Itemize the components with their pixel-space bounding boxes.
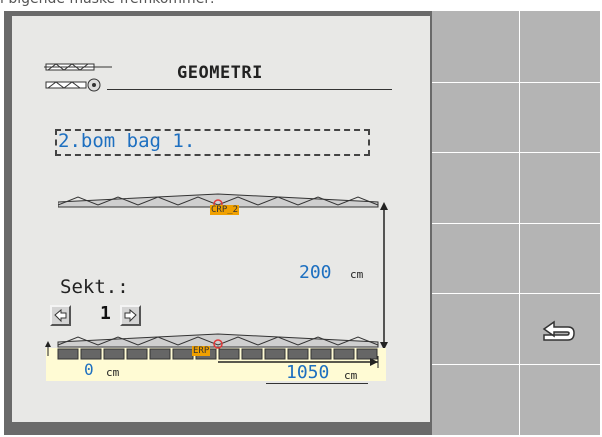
distance-value[interactable]: 200 [299, 262, 332, 283]
softkey-divider-3 [432, 223, 600, 224]
erp-marker-label: ERP [192, 346, 211, 356]
title-underline [107, 89, 392, 90]
section-label: Sekt.: [60, 276, 129, 298]
softkey-divider-2 [432, 152, 600, 153]
softkey-divider-5 [432, 364, 600, 365]
page-title: GEOMETRI [177, 63, 263, 83]
distance-dimension [380, 202, 388, 350]
width-value: 1050 [286, 362, 330, 383]
width-unit: cm [344, 369, 358, 382]
caption-text: i bigende maske fremkommer: [0, 0, 602, 11]
left-offset-value[interactable]: 0 [84, 360, 94, 379]
boom-name-value: 2.bom bag 1. [58, 130, 196, 152]
arrow-left-icon [54, 308, 67, 323]
section-number: 1 [100, 303, 111, 324]
crp-marker-label: CRP_2 [210, 205, 240, 215]
distance-unit: cm [350, 268, 364, 281]
boom-geometry-icon [44, 63, 112, 92]
arrow-right-icon [124, 308, 137, 323]
section-next-button[interactable] [120, 305, 141, 326]
back-softkey[interactable] [520, 294, 600, 364]
softkey-divider-1 [432, 82, 600, 83]
left-offset-unit: cm [106, 366, 120, 379]
return-arrow-icon [542, 320, 575, 341]
section-prev-button[interactable] [50, 305, 71, 326]
